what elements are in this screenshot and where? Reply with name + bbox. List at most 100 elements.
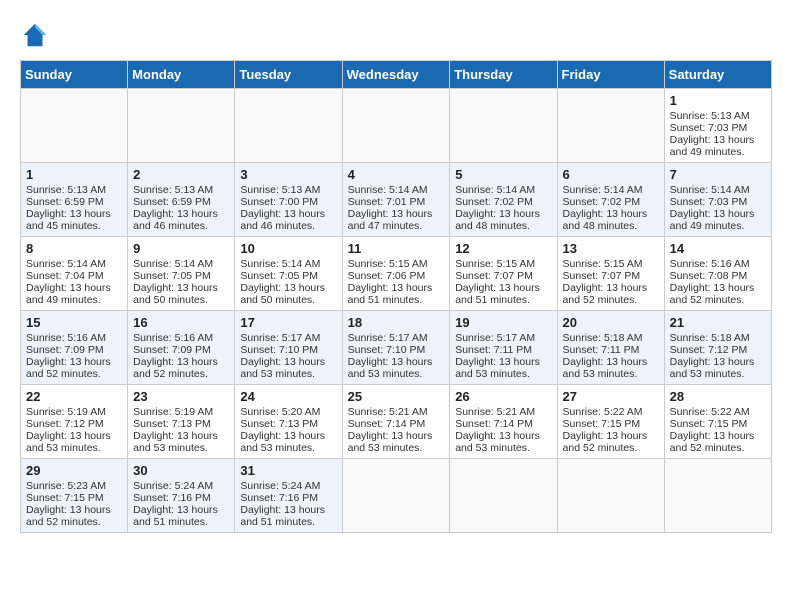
sunrise-text: Sunrise: 5:19 AM (26, 406, 106, 418)
calendar-cell: 30Sunrise: 5:24 AMSunset: 7:16 PMDayligh… (128, 459, 235, 533)
calendar-cell: 6Sunrise: 5:14 AMSunset: 7:02 PMDaylight… (557, 163, 664, 237)
daylight-text: Daylight: 13 hours and 52 minutes. (26, 356, 111, 380)
calendar-cell: 24Sunrise: 5:20 AMSunset: 7:13 PMDayligh… (235, 385, 342, 459)
calendar-week-row: 1 Sunrise: 5:13 AMSunset: 7:03 PMDaylight… (21, 89, 772, 163)
daylight-text: Daylight: 13 hours and 51 minutes. (455, 282, 540, 306)
day-number: 15 (26, 315, 122, 330)
daylight-text: Daylight: 13 hours and 46 minutes. (133, 208, 218, 232)
daylight-text: Daylight: 13 hours and 45 minutes. (26, 208, 111, 232)
day-number: 31 (240, 463, 336, 478)
sunrise-text: Sunrise: 5:14 AM (455, 184, 535, 196)
calendar-cell: 7Sunrise: 5:14 AMSunset: 7:03 PMDaylight… (664, 163, 771, 237)
logo (20, 20, 54, 50)
sunrise-text: Sunrise: 5:23 AM (26, 480, 106, 492)
calendar-cell: 2Sunrise: 5:13 AMSunset: 6:59 PMDaylight… (128, 163, 235, 237)
day-number: 11 (348, 241, 445, 256)
calendar-cell: 13 Sunrise: 5:15 AMSunset: 7:07 PMDayligh… (557, 237, 664, 311)
day-number: 1 (670, 93, 766, 108)
daylight-text: Daylight: 13 hours and 53 minutes. (240, 356, 325, 380)
day-number: 8 (26, 241, 122, 256)
sunset-text: Sunset: 7:15 PM (563, 418, 641, 430)
calendar-cell: 22Sunrise: 5:19 AMSunset: 7:12 PMDayligh… (21, 385, 128, 459)
sunset-text: Sunset: 7:14 PM (455, 418, 533, 430)
calendar-week-row: 1Sunrise: 5:13 AMSunset: 6:59 PMDaylight… (21, 163, 772, 237)
calendar-cell: 26Sunrise: 5:21 AMSunset: 7:14 PMDayligh… (450, 385, 557, 459)
sunrise-text: Sunrise: 5:15 AM (348, 258, 428, 270)
daylight-text: Daylight: 13 hours and 52 minutes. (670, 430, 755, 454)
day-number: 10 (240, 241, 336, 256)
calendar-cell: 17 Sunrise: 5:17 AMSunset: 7:10 PMDayligh… (235, 311, 342, 385)
sunrise-text: Sunrise: 5:13 AM (670, 110, 750, 122)
sunrise-text: Sunrise: 5:24 AM (133, 480, 213, 492)
calendar-week-row: 29Sunrise: 5:23 AMSunset: 7:15 PMDayligh… (21, 459, 772, 533)
sunrise-text: Sunrise: 5:17 AM (348, 332, 428, 344)
day-number: 2 (133, 167, 229, 182)
sunset-text: Sunset: 7:13 PM (240, 418, 318, 430)
day-number: 24 (240, 389, 336, 404)
daylight-text: Daylight: 13 hours and 53 minutes. (26, 430, 111, 454)
calendar-week-row: 15Sunrise: 5:16 AMSunset: 7:09 PMDayligh… (21, 311, 772, 385)
sunset-text: Sunset: 7:09 PM (26, 344, 104, 356)
sunset-text: Sunset: 7:02 PM (455, 196, 533, 208)
day-number: 4 (348, 167, 445, 182)
calendar-cell: 12Sunrise: 5:15 AMSunset: 7:07 PMDayligh… (450, 237, 557, 311)
day-number: 13 (563, 241, 659, 256)
daylight-text: Daylight: 13 hours and 52 minutes. (563, 282, 648, 306)
daylight-text: Daylight: 13 hours and 52 minutes. (670, 282, 755, 306)
sunrise-text: Sunrise: 5:13 AM (133, 184, 213, 196)
day-number: 30 (133, 463, 229, 478)
daylight-text: Daylight: 13 hours and 49 minutes. (670, 208, 755, 232)
calendar-cell: 15Sunrise: 5:16 AMSunset: 7:09 PMDayligh… (21, 311, 128, 385)
daylight-text: Daylight: 13 hours and 46 minutes. (240, 208, 325, 232)
daylight-text: Daylight: 13 hours and 52 minutes. (26, 504, 111, 528)
daylight-text: Daylight: 13 hours and 48 minutes. (563, 208, 648, 232)
page-header (20, 20, 772, 50)
calendar-cell: 9Sunrise: 5:14 AMSunset: 7:05 PMDaylight… (128, 237, 235, 311)
day-number: 1 (26, 167, 122, 182)
sunrise-text: Sunrise: 5:14 AM (133, 258, 213, 270)
daylight-text: Daylight: 13 hours and 49 minutes. (670, 134, 755, 158)
sunrise-text: Sunrise: 5:14 AM (26, 258, 106, 270)
sunrise-text: Sunrise: 5:17 AM (455, 332, 535, 344)
calendar-header-row: SundayMondayTuesdayWednesdayThursdayFrid… (21, 61, 772, 89)
day-number: 16 (133, 315, 229, 330)
calendar-cell: 23Sunrise: 5:19 AMSunset: 7:13 PMDayligh… (128, 385, 235, 459)
sunrise-text: Sunrise: 5:22 AM (563, 406, 643, 418)
sunset-text: Sunset: 7:03 PM (670, 122, 748, 134)
sunset-text: Sunset: 7:05 PM (240, 270, 318, 282)
daylight-text: Daylight: 13 hours and 53 minutes. (455, 356, 540, 380)
sunrise-text: Sunrise: 5:19 AM (133, 406, 213, 418)
daylight-text: Daylight: 13 hours and 47 minutes. (348, 208, 433, 232)
calendar-cell: 28Sunrise: 5:22 AMSunset: 7:15 PMDayligh… (664, 385, 771, 459)
daylight-text: Daylight: 13 hours and 53 minutes. (348, 356, 433, 380)
sunrise-text: Sunrise: 5:21 AM (348, 406, 428, 418)
sunset-text: Sunset: 7:11 PM (563, 344, 640, 356)
sunset-text: Sunset: 7:16 PM (133, 492, 211, 504)
sunset-text: Sunset: 7:07 PM (563, 270, 641, 282)
calendar-cell: 1 Sunrise: 5:13 AMSunset: 7:03 PMDaylight… (664, 89, 771, 163)
daylight-text: Daylight: 13 hours and 53 minutes. (670, 356, 755, 380)
sunset-text: Sunset: 7:10 PM (240, 344, 318, 356)
daylight-text: Daylight: 13 hours and 52 minutes. (563, 430, 648, 454)
sunrise-text: Sunrise: 5:15 AM (563, 258, 643, 270)
day-number: 28 (670, 389, 766, 404)
day-number: 17 (240, 315, 336, 330)
day-number: 14 (670, 241, 766, 256)
sunset-text: Sunset: 7:07 PM (455, 270, 533, 282)
calendar-cell (664, 459, 771, 533)
sunset-text: Sunset: 7:08 PM (670, 270, 748, 282)
calendar-cell (450, 459, 557, 533)
sunset-text: Sunset: 7:15 PM (26, 492, 104, 504)
calendar-cell (557, 89, 664, 163)
day-number: 25 (348, 389, 445, 404)
sunrise-text: Sunrise: 5:17 AM (240, 332, 320, 344)
day-number: 21 (670, 315, 766, 330)
calendar-cell (450, 89, 557, 163)
sunset-text: Sunset: 7:11 PM (455, 344, 532, 356)
calendar-cell: 10Sunrise: 5:14 AMSunset: 7:05 PMDayligh… (235, 237, 342, 311)
sunset-text: Sunset: 7:14 PM (348, 418, 426, 430)
calendar-cell: 25Sunrise: 5:21 AMSunset: 7:14 PMDayligh… (342, 385, 450, 459)
sunrise-text: Sunrise: 5:18 AM (563, 332, 643, 344)
day-number: 3 (240, 167, 336, 182)
calendar-cell: 16Sunrise: 5:16 AMSunset: 7:09 PMDayligh… (128, 311, 235, 385)
